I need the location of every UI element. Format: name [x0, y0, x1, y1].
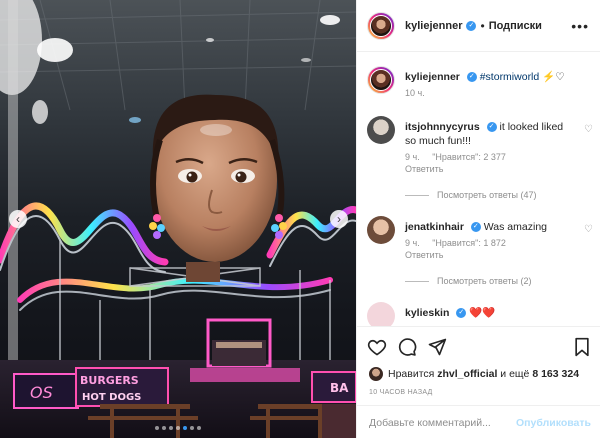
- neon-sign-tacos: OS: [13, 373, 79, 409]
- chevron-left-icon: ‹: [16, 212, 20, 226]
- carousel-dot: [190, 426, 194, 430]
- comment-time: 9 ч.: [405, 152, 420, 162]
- carousel-indicator: [0, 426, 356, 430]
- header-separator: •: [480, 18, 485, 33]
- add-comment-bar: Опубликовать: [357, 405, 600, 439]
- view-replies-label[interactable]: Посмотреть ответы (2): [437, 276, 532, 286]
- verified-badge-icon: ✓: [466, 72, 477, 83]
- carousel-dot: [155, 426, 159, 430]
- author-username[interactable]: kyliejenner: [405, 20, 462, 32]
- more-options-icon[interactable]: •••: [571, 18, 589, 34]
- instagram-post: OS BURGERS HOT DOGS BA ‹ › kyliejenner ✓…: [0, 0, 600, 438]
- previous-slide-button[interactable]: ‹: [9, 210, 27, 228]
- liker-avatar: [369, 367, 383, 381]
- verified-badge-icon: ✓: [470, 222, 481, 233]
- verified-badge-icon: ✓: [466, 20, 477, 31]
- reply-button[interactable]: Ответить: [405, 163, 565, 175]
- share-send-icon[interactable]: [427, 337, 447, 360]
- comment-text: ❤️❤️: [469, 307, 496, 319]
- giant-head-sculpture: [149, 94, 287, 282]
- carousel-dot-active: [183, 426, 187, 430]
- likes-count[interactable]: 8 163 324: [532, 368, 579, 380]
- view-replies-link[interactable]: Посмотреть ответы (2): [405, 276, 532, 286]
- caption-hashtag[interactable]: #stormiworld: [480, 71, 540, 83]
- like-heart-icon[interactable]: [367, 337, 387, 360]
- author-avatar[interactable]: [367, 11, 395, 40]
- caption-username[interactable]: kyliejenner: [405, 71, 460, 83]
- caption-avatar[interactable]: [367, 66, 395, 94]
- reply-button[interactable]: Ответить: [405, 249, 565, 261]
- comment-text: Was amazing: [483, 221, 547, 233]
- comment-username[interactable]: kylieskin: [405, 307, 449, 319]
- liker-username[interactable]: zhvl_official: [437, 368, 497, 380]
- svg-text:HOT DOGS: HOT DOGS: [82, 392, 141, 403]
- comment-likes[interactable]: "Нравится": 1 872: [432, 238, 506, 248]
- caption-time: 10 ч.: [405, 88, 425, 98]
- post-sidebar: kyliejenner ✓ • Подписки ••• kyliejenner…: [356, 0, 600, 438]
- comment-time: 9 ч.: [405, 238, 420, 248]
- stormiworld-photo: OS BURGERS HOT DOGS BA: [0, 0, 356, 438]
- commenter-avatar[interactable]: [367, 302, 395, 326]
- carousel-dot: [162, 426, 166, 430]
- like-comment-heart-icon[interactable]: ♡: [584, 124, 593, 135]
- likes-suffix: и ещё: [500, 367, 530, 380]
- comment-bubble-icon[interactable]: [397, 337, 417, 360]
- post-media[interactable]: OS BURGERS HOT DOGS BA ‹ ›: [0, 0, 356, 438]
- divider-line: [405, 194, 429, 196]
- comment-username[interactable]: jenatkinhair: [405, 221, 464, 233]
- commenter-avatar[interactable]: [367, 116, 395, 144]
- verified-badge-icon: ✓: [456, 308, 467, 319]
- neon-sign-burgers: BURGERS HOT DOGS: [75, 367, 169, 407]
- comment-input[interactable]: [357, 416, 517, 429]
- svg-text:OS: OS: [30, 383, 53, 402]
- comment-username[interactable]: itsjohnnycyrus: [405, 121, 480, 133]
- chevron-right-icon: ›: [337, 212, 341, 226]
- following-button[interactable]: Подписки: [489, 20, 542, 32]
- carousel-dot: [169, 426, 173, 430]
- view-replies-link[interactable]: Посмотреть ответы (47): [405, 190, 537, 200]
- post-header: kyliejenner ✓ • Подписки •••: [357, 0, 600, 52]
- carousel-dot: [197, 426, 201, 430]
- verified-badge-icon: ✓: [486, 122, 497, 133]
- neon-sign-bar: BA: [311, 371, 356, 403]
- center-booth: [190, 318, 300, 382]
- like-comment-heart-icon[interactable]: ♡: [584, 224, 593, 235]
- comment-likes[interactable]: "Нравится": 2 377: [432, 152, 506, 162]
- commenter-avatar[interactable]: [367, 216, 395, 244]
- view-replies-label[interactable]: Посмотреть ответы (47): [437, 190, 537, 200]
- caption-emoji: ⚡️♡: [542, 71, 565, 83]
- comments-list[interactable]: kyliejenner ✓ #stormiworld ⚡️♡ 10 ч. its…: [357, 52, 600, 326]
- svg-text:BA: BA: [330, 381, 349, 395]
- likes-prefix: Нравится: [388, 367, 435, 380]
- save-bookmark-icon[interactable]: [573, 337, 591, 360]
- carousel-dot: [176, 426, 180, 430]
- next-slide-button[interactable]: ›: [330, 210, 348, 228]
- publish-button[interactable]: Опубликовать: [516, 417, 591, 429]
- post-actions: Нравится zhvl_official и ещё 8 163 324 1…: [357, 326, 600, 438]
- svg-text:BURGERS: BURGERS: [80, 374, 139, 387]
- post-timestamp: 10 ЧАСОВ НАЗАД: [369, 389, 433, 396]
- likes-summary[interactable]: Нравится zhvl_official и ещё 8 163 324: [369, 367, 579, 381]
- divider-line: [405, 280, 429, 282]
